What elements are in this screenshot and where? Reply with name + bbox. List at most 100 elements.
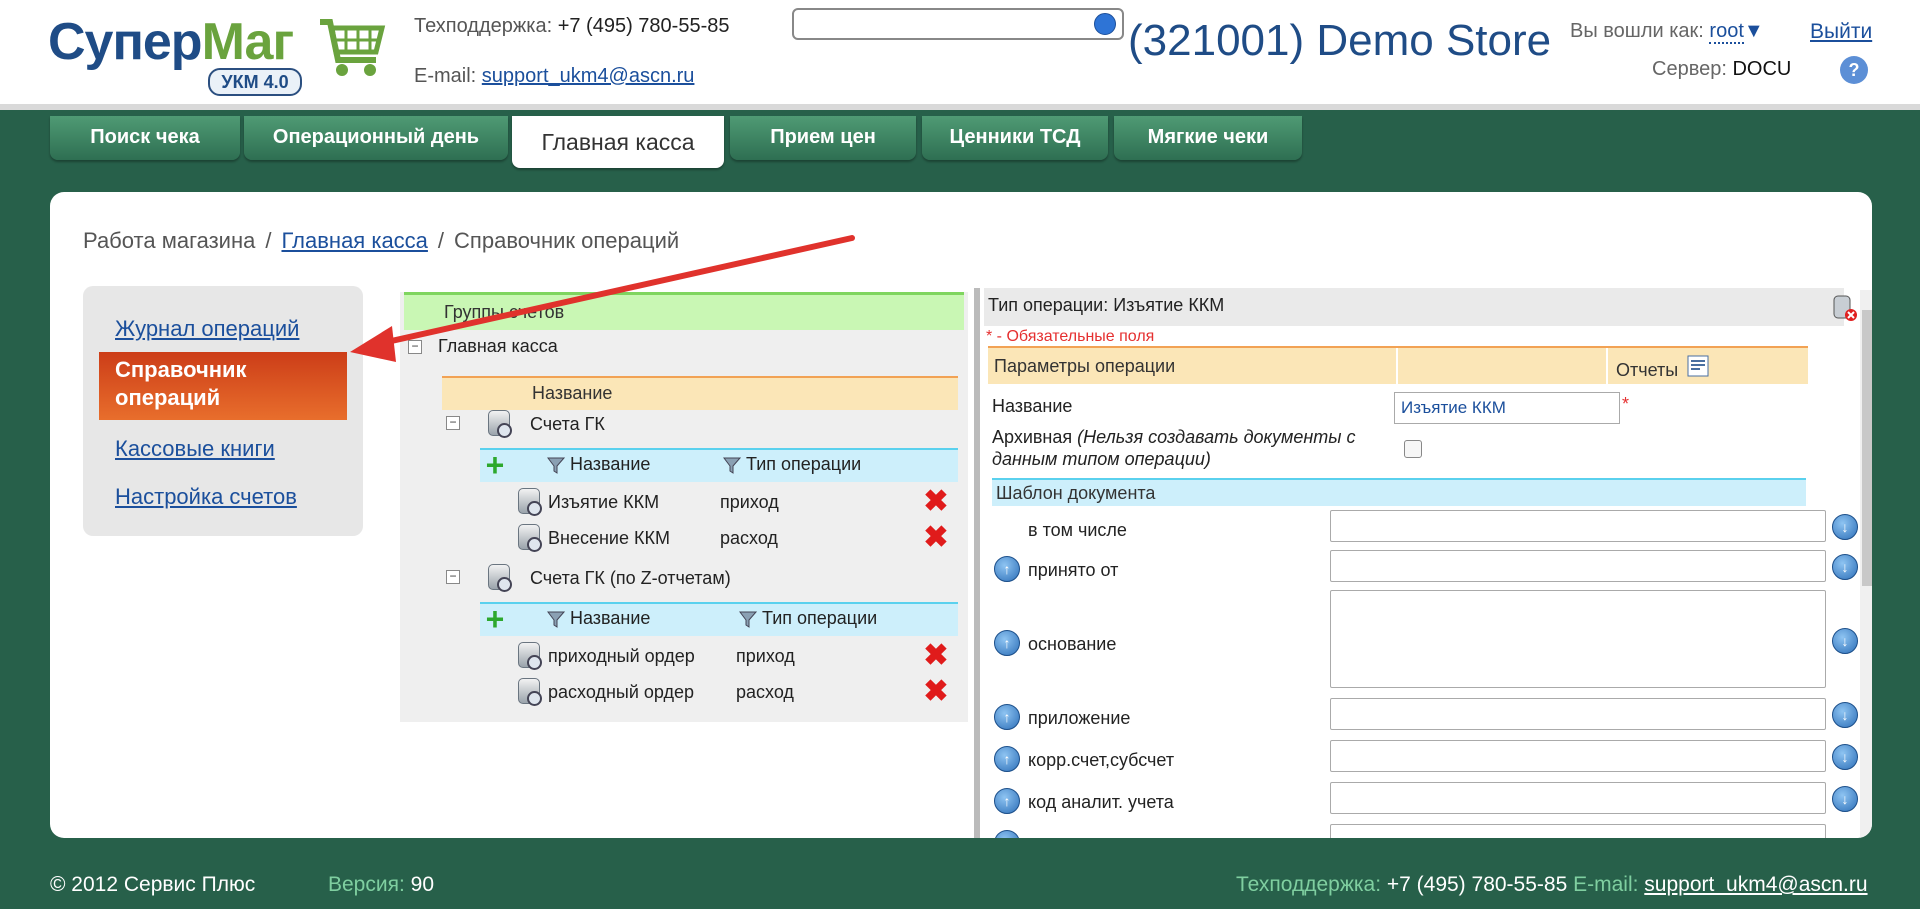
- collapse-toggle[interactable]: −: [446, 416, 460, 430]
- table-row-name[interactable]: расходный ордер: [548, 682, 694, 703]
- tab-receipt-search[interactable]: Поиск чека: [50, 116, 240, 160]
- tab-price-tags[interactable]: Ценники ТСД: [922, 116, 1108, 160]
- database-icon: [518, 524, 542, 552]
- chevron-down-icon[interactable]: ▼: [1744, 20, 1764, 42]
- table-row-name[interactable]: Внесение ККМ: [548, 528, 670, 549]
- table-row-type: расход: [736, 682, 794, 702]
- add-icon[interactable]: +: [482, 603, 508, 635]
- arrow-up-icon[interactable]: ↑: [994, 556, 1020, 582]
- name-label: Название: [992, 396, 1073, 416]
- tab-price-receive[interactable]: Прием цен: [730, 116, 916, 160]
- logo-badge: УКМ 4.0: [208, 68, 302, 96]
- arrow-up-icon[interactable]: ↑: [994, 830, 1020, 838]
- arrow-down-icon[interactable]: ↓: [1832, 786, 1858, 812]
- archive-checkbox[interactable]: [1404, 440, 1422, 458]
- arrow-up-icon[interactable]: ↑: [994, 630, 1020, 656]
- support-contacts: Техподдержка: +7 (495) 780-55-85 E-mail:…: [414, 12, 729, 112]
- tab-soft-receipts[interactable]: Мягкие чеки: [1114, 116, 1302, 160]
- email-label: E-mail:: [414, 65, 477, 87]
- panel-splitter[interactable]: [974, 288, 980, 838]
- logout-link[interactable]: Выйти: [1810, 20, 1872, 44]
- field-attachment[interactable]: [1330, 698, 1826, 730]
- table-row-type: приход: [720, 492, 779, 512]
- field-basis[interactable]: [1330, 590, 1826, 688]
- form-title: Тип операции: Изъятие ККМ: [984, 288, 1844, 326]
- arrow-down-icon[interactable]: ↓: [1832, 514, 1858, 540]
- reports-label: Отчеты: [1616, 360, 1679, 380]
- groups-header: Группы счетов: [404, 292, 964, 330]
- arrow-up-icon[interactable]: ↑: [994, 788, 1020, 814]
- side-menu: Журнал операций Справочник операций Касс…: [83, 286, 363, 536]
- arrow-down-icon[interactable]: ↓: [1832, 702, 1858, 728]
- params-header: Параметры операции Отчеты: [988, 346, 1808, 384]
- account-groups-tree: Группы счетов − Главная касса Название −…: [400, 292, 968, 722]
- filter-icon[interactable]: [738, 609, 758, 629]
- menu-operations-directory[interactable]: Справочник операций: [99, 352, 347, 420]
- collapse-toggle[interactable]: −: [408, 340, 422, 354]
- field-label: принято от: [1028, 560, 1119, 580]
- menu-accounts-settings[interactable]: Настройка счетов: [115, 484, 297, 510]
- field-corr-account[interactable]: [1330, 740, 1826, 772]
- user-dropdown[interactable]: root: [1709, 20, 1744, 44]
- arrow-up-icon[interactable]: ↑: [994, 704, 1020, 730]
- col-name-header[interactable]: Название: [546, 608, 650, 629]
- database-icon: [488, 564, 512, 592]
- group-gl-accounts-z[interactable]: Счета ГК (по Z-отчетам): [530, 568, 731, 589]
- arrow-up-icon[interactable]: ↑: [994, 746, 1020, 772]
- field-including[interactable]: [1330, 510, 1826, 542]
- template-header: Шаблон документа: [992, 478, 1806, 506]
- scrollbar-thumb[interactable]: [1862, 310, 1872, 586]
- form-scrollbar[interactable]: [1860, 290, 1872, 838]
- field-next[interactable]: [1330, 824, 1826, 838]
- field-label: корр.счет,субсчет: [1028, 750, 1175, 770]
- footer-version: Версия: 90: [328, 873, 435, 896]
- logo-wordmark: СуперМаг: [48, 13, 294, 71]
- col-name-header[interactable]: Название: [546, 454, 650, 475]
- search-input[interactable]: [792, 8, 1124, 40]
- table-row-type: приход: [736, 646, 795, 666]
- name-input[interactable]: Изъятие ККМ: [1394, 392, 1620, 424]
- footer-email-link[interactable]: support_ukm4@ascn.ru: [1644, 873, 1867, 896]
- delete-icon[interactable]: ✖: [922, 677, 950, 707]
- table-row-name[interactable]: приходный ордер: [548, 646, 695, 667]
- filter-icon[interactable]: [546, 455, 566, 475]
- database-icon: [518, 678, 542, 706]
- menu-cash-books[interactable]: Кассовые книги: [115, 436, 275, 462]
- database-icon: [518, 642, 542, 670]
- collapse-toggle[interactable]: −: [446, 570, 460, 584]
- filter-icon[interactable]: [722, 455, 742, 475]
- delete-icon[interactable]: ✖: [922, 641, 950, 671]
- field-label: в том числе: [1028, 520, 1127, 540]
- field-received-from[interactable]: [1330, 550, 1826, 582]
- arrow-down-icon[interactable]: ↓: [1832, 744, 1858, 770]
- server-info: Сервер: DOCU: [1652, 58, 1792, 80]
- support-email-link[interactable]: support_ukm4@ascn.ru: [482, 65, 695, 87]
- table-row-type: расход: [720, 528, 778, 548]
- menu-operations-journal[interactable]: Журнал операций: [115, 316, 299, 342]
- field-analytic-code[interactable]: [1330, 782, 1826, 814]
- tab-operational-day[interactable]: Операционный день: [244, 116, 508, 160]
- col-type-header[interactable]: Тип операции: [722, 454, 861, 475]
- table-row-name[interactable]: Изъятие ККМ: [548, 492, 659, 513]
- breadcrumb-link[interactable]: Главная касса: [281, 228, 427, 253]
- group-gl-accounts[interactable]: Счета ГК: [530, 414, 605, 435]
- arrow-down-icon[interactable]: ↓: [1832, 554, 1858, 580]
- help-icon[interactable]: ?: [1840, 56, 1868, 84]
- tree-root[interactable]: Главная касса: [438, 336, 558, 357]
- breadcrumb-root: Работа магазина: [83, 228, 256, 253]
- report-icon[interactable]: [1686, 354, 1710, 378]
- col-type-header[interactable]: Тип операции: [738, 608, 877, 629]
- required-asterisk: *: [1622, 394, 1630, 414]
- add-icon[interactable]: +: [482, 449, 508, 481]
- arrow-down-icon[interactable]: ↓: [1832, 628, 1858, 654]
- delete-icon[interactable]: ✖: [922, 523, 950, 553]
- search-icon[interactable]: [1094, 13, 1116, 35]
- delete-icon[interactable]: ✖: [922, 487, 950, 517]
- delete-record-icon[interactable]: [1832, 294, 1858, 322]
- footer-copyright: © 2012 Сервис Плюс: [50, 873, 256, 896]
- cart-icon: [320, 19, 386, 76]
- field-label: основание: [1028, 634, 1117, 654]
- breadcrumb: Работа магазина / Главная касса / Справочник…: [83, 228, 680, 253]
- filter-icon[interactable]: [546, 609, 566, 629]
- tab-main-cash[interactable]: Главная касса: [512, 116, 724, 168]
